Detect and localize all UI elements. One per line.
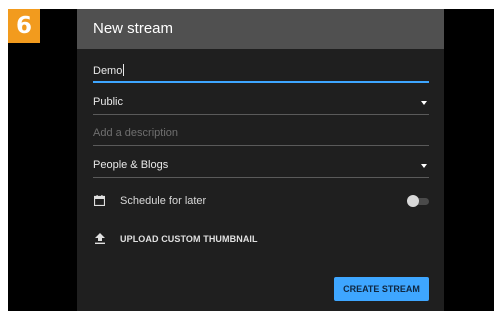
category-value: People & Blogs <box>93 159 169 171</box>
upload-icon <box>95 233 105 244</box>
stream-title-underline <box>93 81 429 83</box>
create-stream-button[interactable]: CREATE STREAM <box>334 277 429 301</box>
description-underline <box>93 145 429 146</box>
calendar-icon <box>94 195 105 206</box>
category-select[interactable]: People & Blogs <box>93 156 429 178</box>
stream-title-field[interactable]: Demo <box>93 61 429 83</box>
toggle-knob <box>407 195 419 207</box>
stream-title-value: Demo <box>93 65 123 77</box>
dialog-title: New stream <box>93 20 174 37</box>
category-dropdown-arrow-icon <box>421 164 427 168</box>
visibility-underline <box>93 114 429 115</box>
description-field[interactable]: Add a description <box>93 124 429 146</box>
visibility-value: Public <box>93 96 123 108</box>
step-number-badge: 6 <box>8 9 40 43</box>
new-stream-dialog: New stream Demo Public Add a description… <box>77 9 444 311</box>
upload-thumbnail-button[interactable]: UPLOAD CUSTOM THUMBNAIL <box>93 230 429 250</box>
schedule-row: Schedule for later <box>93 192 429 212</box>
dialog-header: New stream <box>77 9 444 49</box>
visibility-dropdown-arrow-icon <box>421 101 427 105</box>
upload-thumbnail-label: UPLOAD CUSTOM THUMBNAIL <box>120 234 258 244</box>
category-underline <box>93 177 429 178</box>
schedule-label: Schedule for later <box>120 195 207 207</box>
description-placeholder: Add a description <box>93 127 178 139</box>
schedule-toggle[interactable] <box>407 195 429 207</box>
text-cursor <box>123 64 125 76</box>
visibility-select[interactable]: Public <box>93 93 429 115</box>
